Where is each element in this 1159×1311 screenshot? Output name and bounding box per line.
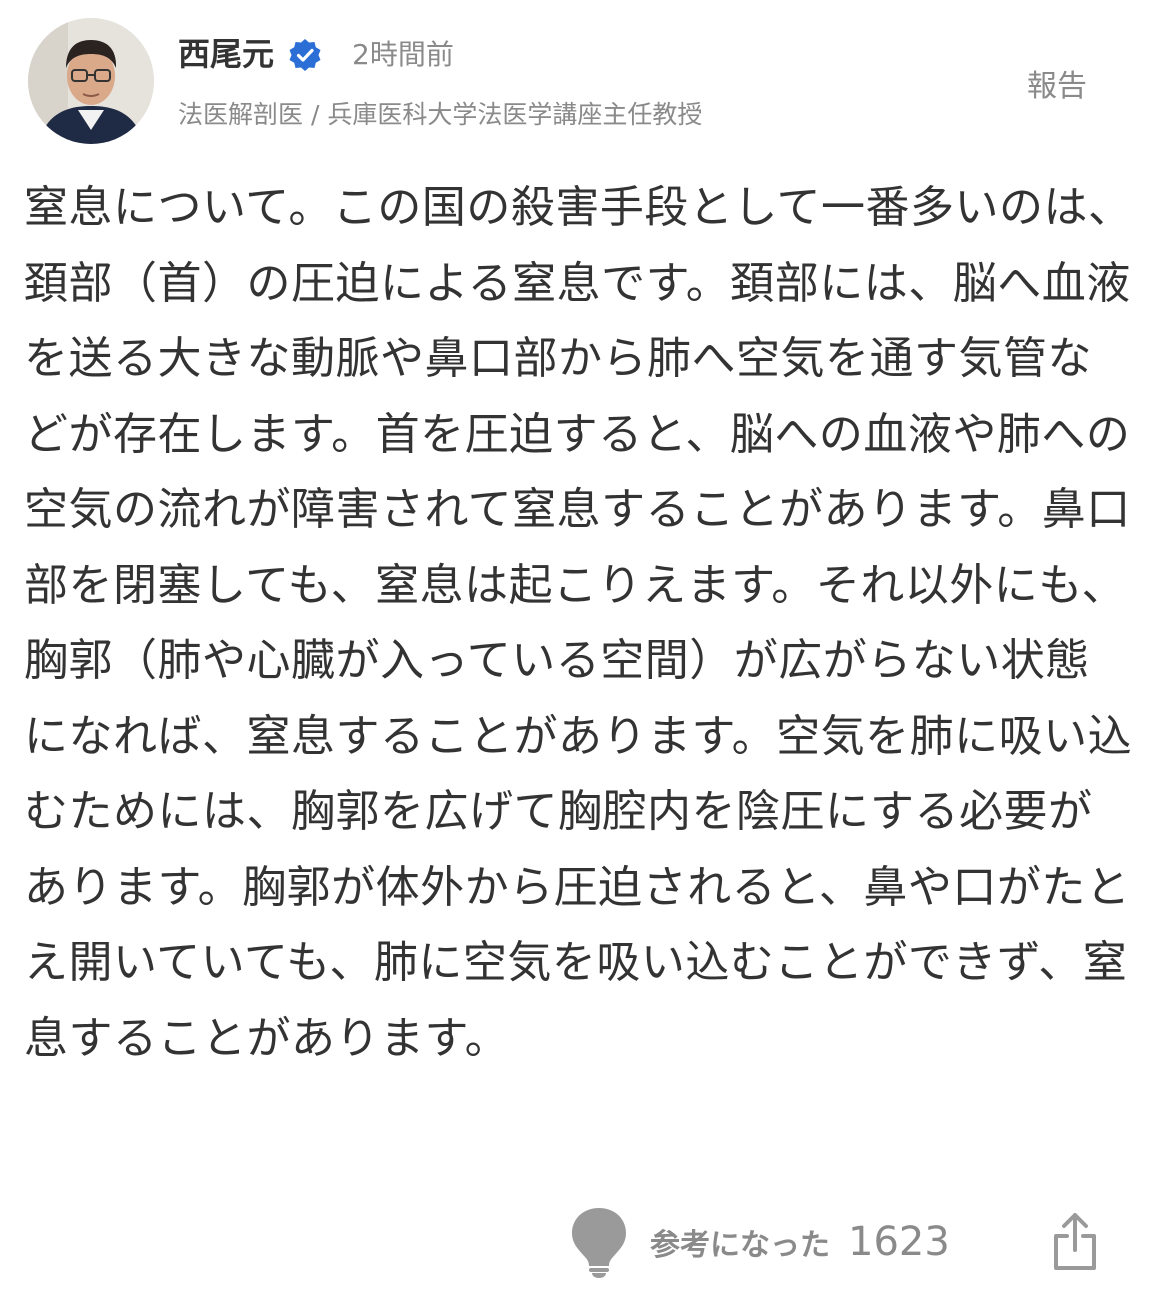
share-icon[interactable] — [1052, 1212, 1098, 1272]
author-title: 法医解剖医 / 兵庫医科大学法医学講座主任教授 — [178, 100, 703, 129]
post-timestamp: 2時間前 — [352, 38, 454, 71]
comment-text: 窒息について。この国の殺害手段として一番多いのは、頚部（首）の圧迫による窒息です… — [24, 182, 1133, 1064]
helpful-count: 1623 — [848, 1219, 950, 1265]
author-avatar[interactable] — [28, 18, 154, 144]
author-name[interactable]: 西尾元 — [178, 32, 274, 76]
helpful-label: 参考になった — [650, 1228, 830, 1263]
report-link[interactable]: 報告 — [1027, 66, 1087, 108]
lightbulb-icon — [572, 1208, 626, 1278]
verified-badge-icon — [289, 39, 321, 71]
avatar-photo — [28, 18, 154, 144]
helpful-button[interactable]: 参考になった 1623 — [568, 1206, 950, 1278]
